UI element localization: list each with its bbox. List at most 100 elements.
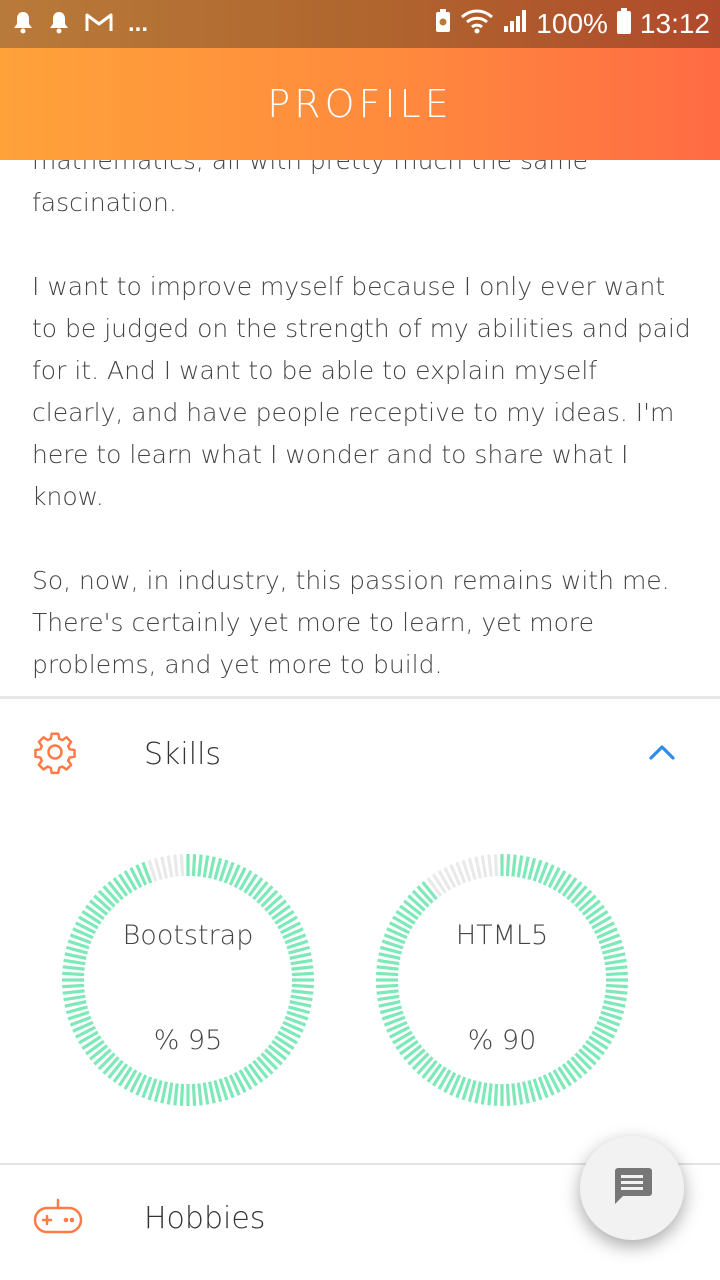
skill-percent: % 90 [467,1025,537,1056]
ring-tick-filled [291,989,314,995]
skills-rings: Bootstrap % 95 HTML5 % 90 [0,850,720,1120]
ring-tick-filled [64,1000,87,1008]
ring-tick-filled [605,965,628,971]
ring-tick-filled [603,1000,626,1008]
chat-fab-button[interactable] [580,1136,684,1240]
ring-tick-filled [191,854,197,877]
battery-percent: 100% [536,8,608,39]
ring-tick-empty [487,854,493,877]
bell-icon [48,10,70,39]
ring-tick-filled [505,854,511,877]
skill-ring-html5: HTML5 % 90 [372,850,632,1110]
ring-tick-filled [179,1083,185,1106]
ring-tick-filled [516,1082,524,1105]
status-bar: ... 100% 13:12 [0,0,720,48]
skills-label: Skills [144,736,222,772]
ring-tick-filled [379,1005,402,1015]
ring-tick-filled [65,1005,88,1015]
ring-tick-filled [197,1083,203,1106]
signal-icon [502,8,528,41]
ring-tick-filled [605,971,628,977]
ring-tick-filled [62,971,85,977]
skill-name: Bootstrap [122,920,254,951]
ring-tick-filled [290,958,313,966]
ring-tick-filled [63,994,86,1002]
ring-tick-filled [603,952,626,960]
ring-tick-filled [376,983,399,989]
skill-ring-graphic [62,854,314,1106]
ring-tick-empty [153,857,163,880]
ring-tick-filled [202,1082,210,1105]
ring-tick-filled [602,1005,625,1015]
ring-tick-filled [480,1082,488,1105]
ring-tick-empty [160,856,168,879]
gmail-icon [84,11,114,38]
bell-icon [12,10,34,39]
ring-tick-filled [290,994,313,1002]
ring-tick-filled [166,1082,174,1105]
ring-tick-filled [511,854,517,877]
about-paragraph: So, now, in industry, this passion remai… [32,566,670,679]
ring-tick-filled [487,1083,493,1106]
chat-icon [611,1166,653,1210]
page-title: PROFILE [267,82,453,126]
ring-tick-filled [604,958,627,966]
skills-section-header[interactable]: Skills [0,704,720,804]
ring-tick-filled [527,1080,537,1103]
ring-tick-filled [153,1080,163,1103]
skill-name: HTML5 [455,920,549,951]
ring-tick-filled [474,1081,482,1104]
skill-ring-bootstrap: Bootstrap % 95 [58,850,318,1110]
clock: 13:12 [639,8,710,39]
ring-tick-filled [62,965,85,971]
ring-tick-empty [166,855,174,878]
about-paragraph: I want to improve myself because I only … [32,272,691,511]
ring-tick-filled [493,1083,499,1106]
ring-tick-filled [505,1083,511,1106]
about-section[interactable]: mathematics, all with pretty much the sa… [0,120,720,696]
gear-icon [32,729,78,779]
hobbies-label: Hobbies [144,1200,266,1236]
ring-tick-filled [63,958,86,966]
ring-tick-filled [377,958,400,966]
ring-tick-filled [527,857,537,880]
ring-tick-filled [467,1080,477,1103]
ring-tick-empty [467,857,477,880]
ring-tick-filled [213,857,223,880]
ring-tick-filled [97,889,116,908]
section-divider [0,696,720,699]
ring-tick-filled [208,1081,216,1104]
ring-tick-filled [213,1080,223,1103]
ring-tick-filled [376,965,399,971]
ring-tick-filled [574,889,593,908]
chevron-up-icon[interactable] [648,743,676,765]
ring-tick-filled [377,994,400,1002]
ring-tick-filled [289,952,312,960]
notification-icons: ... [0,10,148,39]
ring-tick-filled [173,1083,179,1106]
ring-tick-empty [493,854,499,877]
ring-tick-filled [378,952,401,960]
ring-tick-filled [288,1005,311,1015]
ring-tick-filled [604,994,627,1002]
ring-tick-filled [202,855,210,878]
ring-tick-filled [376,971,399,977]
ring-tick-filled [522,1081,530,1104]
app-header: PROFILE [0,48,720,160]
ring-tick-filled [289,1000,312,1008]
skill-ring-graphic [376,854,628,1106]
ring-tick-filled [376,989,399,995]
about-text: mathematics, all with pretty much the sa… [32,140,692,696]
ring-tick-filled [291,965,314,971]
ring-tick-filled [511,1083,517,1106]
ring-tick-filled [291,983,314,989]
ring-tick-filled [62,983,85,989]
ring-tick-empty [474,856,482,879]
ring-tick-filled [378,1000,401,1008]
ring-tick-filled [260,889,279,908]
ring-tick-empty [173,854,179,877]
ring-tick-filled [160,1081,168,1104]
battery-icon [616,7,632,42]
ring-tick-filled [411,889,430,908]
ring-tick-filled [605,983,628,989]
